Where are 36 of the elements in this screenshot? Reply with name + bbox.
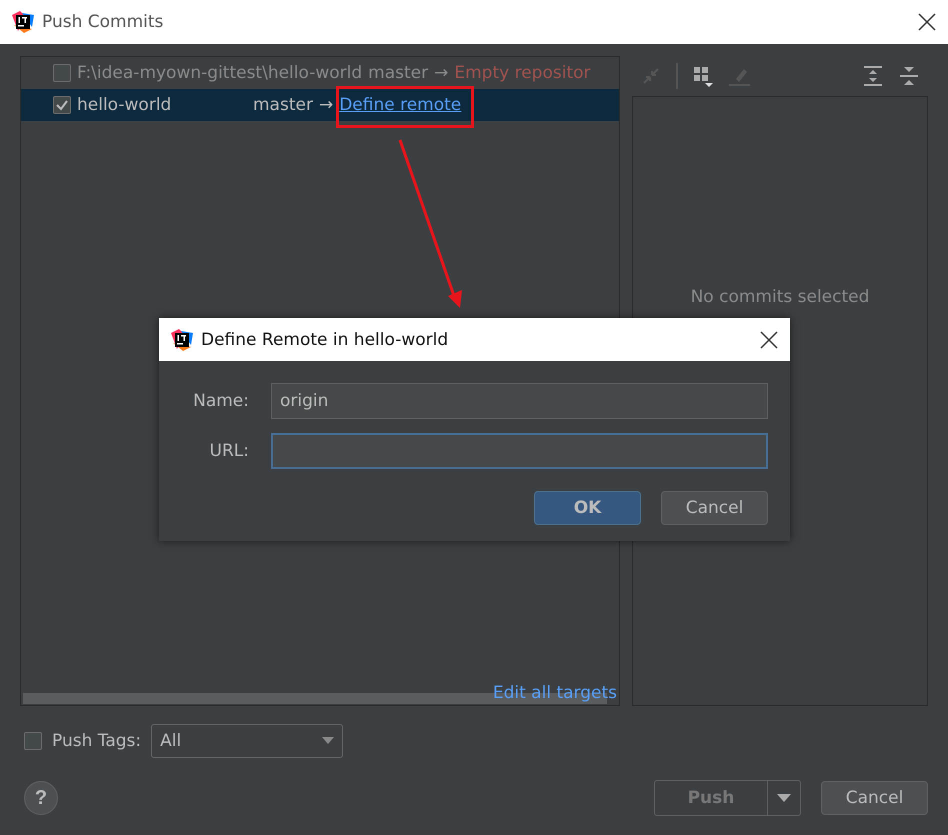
field-label: URL: — [208, 441, 249, 461]
empty-message: No commits selected — [690, 287, 870, 309]
collapse-all-icon[interactable] — [898, 65, 920, 87]
window-title: Push Commits — [42, 12, 164, 32]
group-icon[interactable] — [692, 65, 714, 87]
arrow-text: → — [318, 95, 334, 115]
push-tags-label: Push Tags: — [52, 731, 142, 751]
input-field[interactable]: origin — [271, 383, 768, 419]
field-label: Name: — [192, 391, 249, 411]
repository-name: F:\idea-myown-gittest\hello-world — [77, 63, 362, 83]
cancel-button[interactable]: Cancel — [661, 491, 768, 525]
define-remote-link[interactable]: Define remote — [339, 95, 462, 115]
arrow-text: → — [434, 63, 448, 83]
repository-row[interactable]: hello-world master → Define remote — [21, 89, 619, 121]
app-logo-icon — [171, 328, 193, 350]
repository-name: hello-world — [77, 95, 172, 115]
branch-name: master — [253, 95, 313, 115]
checkbox[interactable] — [24, 732, 42, 750]
checkbox[interactable] — [53, 96, 71, 114]
expand-all-icon[interactable] — [862, 65, 884, 87]
edit-targets-link[interactable]: Edit all targets — [492, 683, 617, 703]
help-button[interactable]: ? — [24, 781, 58, 815]
cancel-button[interactable]: Cancel — [821, 781, 928, 815]
repository-row[interactable]: F:\idea-myown-gittest\hello-world master → Empty repositor — [21, 57, 619, 89]
branch-name: master — [368, 63, 428, 83]
close-icon[interactable] — [760, 330, 778, 348]
caret-icon — [777, 794, 791, 802]
checkbox[interactable] — [53, 64, 71, 82]
target-status: Empty repositor — [454, 63, 590, 83]
input-field[interactable] — [271, 433, 768, 469]
app-logo-icon — [12, 11, 34, 33]
ok-button[interactable]: OK — [534, 491, 641, 525]
close-icon[interactable] — [918, 13, 936, 31]
tags-dropdown[interactable]: All — [151, 724, 344, 758]
caret-icon — [322, 737, 334, 745]
dialog-title: Define Remote in hello-world — [201, 330, 450, 350]
